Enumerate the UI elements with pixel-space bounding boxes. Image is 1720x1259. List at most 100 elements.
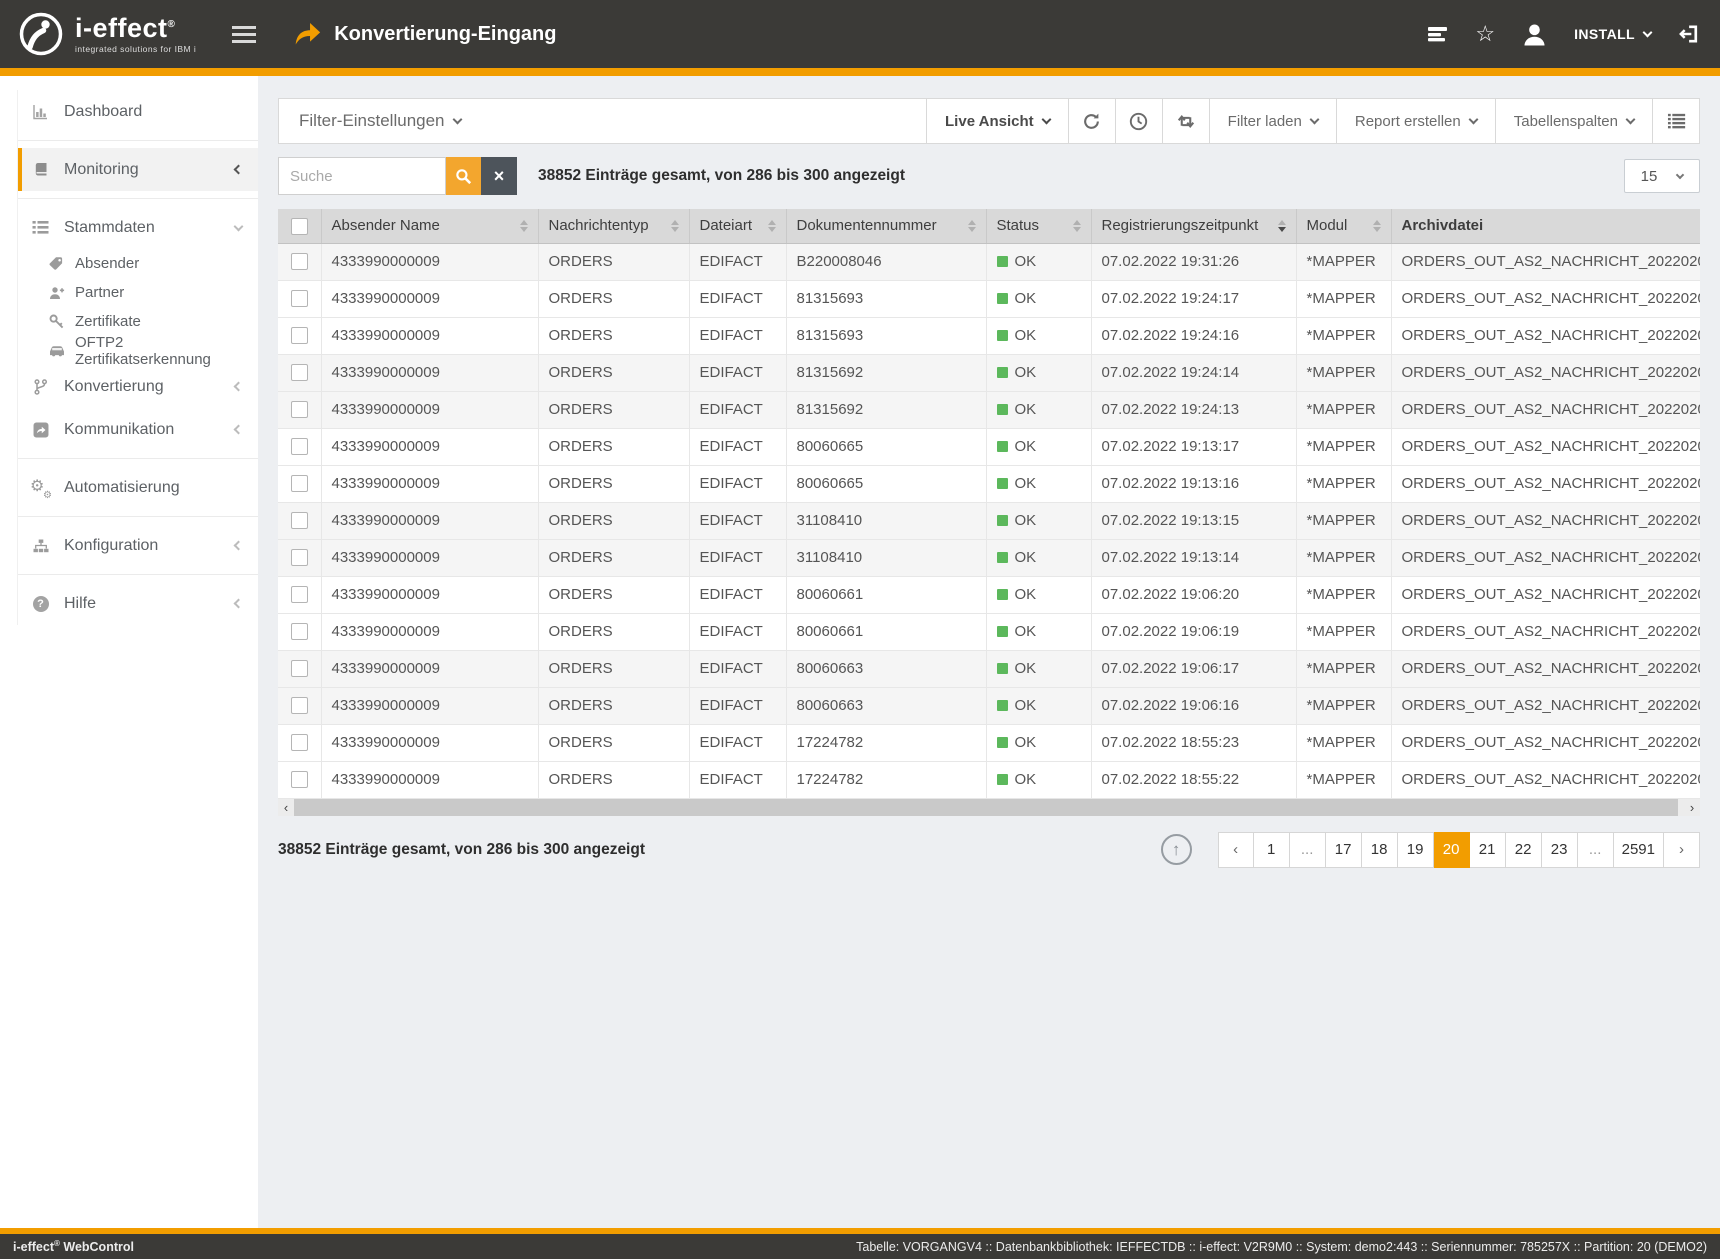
table-columns-dropdown[interactable]: Tabellenspalten xyxy=(1496,98,1653,144)
page-button-23[interactable]: 23 xyxy=(1542,832,1578,868)
i-effect-logo[interactable]: i-effect® integrated solutions for IBM i xyxy=(0,11,226,57)
next-page-button[interactable]: › xyxy=(1664,832,1700,868)
col-registrierungszeitpunkt[interactable]: Registrierungszeitpunkt xyxy=(1091,209,1296,243)
col-modul[interactable]: Modul xyxy=(1296,209,1391,243)
cell-status: OK xyxy=(986,539,1091,576)
row-checkbox[interactable] xyxy=(291,364,308,381)
sidebar-item-zertifikate[interactable]: Zertifikate xyxy=(18,307,258,336)
status-ok-indicator xyxy=(997,478,1008,489)
table-row[interactable]: 4333990000009 ORDERS EDIFACT 31108410 OK… xyxy=(278,502,1700,539)
table-row[interactable]: 4333990000009 ORDERS EDIFACT 80060661 OK… xyxy=(278,613,1700,650)
table-row[interactable]: 4333990000009 ORDERS EDIFACT 80060665 OK… xyxy=(278,465,1700,502)
col-nachrichtentyp[interactable]: Nachrichtentyp xyxy=(538,209,689,243)
cell-modul: *MAPPER xyxy=(1296,724,1391,761)
logout-icon[interactable] xyxy=(1678,25,1698,43)
scroll-to-top-button[interactable]: ↑ xyxy=(1161,834,1192,865)
row-checkbox[interactable] xyxy=(291,549,308,566)
load-filter-dropdown[interactable]: Filter laden xyxy=(1210,98,1337,144)
create-report-dropdown[interactable]: Report erstellen xyxy=(1337,98,1496,144)
sidebar-item-automatisierung[interactable]: ⚙⚙ Automatisierung xyxy=(18,466,258,509)
table-row[interactable]: 4333990000009 ORDERS EDIFACT 17224782 OK… xyxy=(278,724,1700,761)
search-button[interactable] xyxy=(446,157,481,195)
live-view-dropdown[interactable]: Live Ansicht xyxy=(927,98,1069,144)
cell-doknr: 81315693 xyxy=(786,280,986,317)
sidebar-item-absender[interactable]: Absender xyxy=(18,249,258,278)
page-size-select[interactable]: 15 xyxy=(1624,159,1700,193)
table-row[interactable]: 4333990000009 ORDERS EDIFACT 17224782 OK… xyxy=(278,761,1700,798)
row-checkbox[interactable] xyxy=(291,438,308,455)
sidebar-item-konvertierung[interactable]: Konvertierung xyxy=(18,365,258,408)
scroll-right-button[interactable]: › xyxy=(1684,799,1700,816)
table-view-button[interactable] xyxy=(1653,98,1700,144)
page-button-19[interactable]: 19 xyxy=(1398,832,1434,868)
menu-toggle-icon[interactable] xyxy=(232,26,256,43)
row-checkbox[interactable] xyxy=(291,734,308,751)
col-dateiart[interactable]: Dateiart xyxy=(689,209,786,243)
table-row[interactable]: 4333990000009 ORDERS EDIFACT B220008046 … xyxy=(278,243,1700,280)
sidebar-label: Konfiguration xyxy=(64,537,158,555)
row-checkbox[interactable] xyxy=(291,771,308,788)
user-avatar-icon[interactable] xyxy=(1522,22,1547,47)
table-row[interactable]: 4333990000009 ORDERS EDIFACT 80060663 OK… xyxy=(278,687,1700,724)
search-input[interactable] xyxy=(278,157,446,195)
col-dokumentennummer[interactable]: Dokumentennummer xyxy=(786,209,986,243)
table-row[interactable]: 4333990000009 ORDERS EDIFACT 80060665 OK… xyxy=(278,428,1700,465)
row-checkbox[interactable] xyxy=(291,623,308,640)
table-row[interactable]: 4333990000009 ORDERS EDIFACT 81315693 OK… xyxy=(278,280,1700,317)
sidebar-item-konfiguration[interactable]: Konfiguration xyxy=(18,524,258,567)
row-checkbox[interactable] xyxy=(291,253,308,270)
horizontal-scrollbar[interactable]: ‹ › xyxy=(278,799,1700,816)
select-all-checkbox[interactable] xyxy=(291,218,308,235)
sidebar-item-dashboard[interactable]: Dashboard xyxy=(18,90,258,133)
table-row[interactable]: 4333990000009 ORDERS EDIFACT 80060661 OK… xyxy=(278,576,1700,613)
col-status[interactable]: Status xyxy=(986,209,1091,243)
col-absender-name[interactable]: Absender Name xyxy=(321,209,538,243)
clear-search-button[interactable]: × xyxy=(481,157,517,195)
table-row[interactable]: 4333990000009 ORDERS EDIFACT 81315692 OK… xyxy=(278,391,1700,428)
row-checkbox[interactable] xyxy=(291,697,308,714)
auto-reload-button[interactable] xyxy=(1163,98,1210,144)
sort-icon xyxy=(665,220,679,232)
page-button-18[interactable]: 18 xyxy=(1362,832,1398,868)
cell-modul: *MAPPER xyxy=(1296,576,1391,613)
row-checkbox[interactable] xyxy=(291,290,308,307)
page-button-20-active[interactable]: 20 xyxy=(1434,832,1470,868)
refresh-button[interactable] xyxy=(1069,98,1116,144)
row-checkbox[interactable] xyxy=(291,327,308,344)
favorites-star-icon[interactable]: ☆ xyxy=(1475,23,1495,45)
table-row[interactable]: 4333990000009 ORDERS EDIFACT 31108410 OK… xyxy=(278,539,1700,576)
page-button-2591[interactable]: 2591 xyxy=(1614,832,1664,868)
col-archivdatei[interactable]: Archivdatei xyxy=(1391,209,1700,243)
table-row[interactable]: 4333990000009 ORDERS EDIFACT 81315693 OK… xyxy=(278,317,1700,354)
sidebar-item-partner[interactable]: Partner xyxy=(18,278,258,307)
row-checkbox[interactable] xyxy=(291,475,308,492)
system-values-icon[interactable] xyxy=(1427,26,1448,43)
divider xyxy=(18,574,258,575)
sidebar-label: Stammdaten xyxy=(64,219,155,237)
sidebar-item-oftp2[interactable]: OFTP2 Zertifikatserkennung xyxy=(18,336,258,365)
row-checkbox[interactable] xyxy=(291,586,308,603)
row-checkbox[interactable] xyxy=(291,401,308,418)
sidebar-item-kommunikation[interactable]: Kommunikation xyxy=(18,408,258,451)
scroll-left-button[interactable]: ‹ xyxy=(278,799,294,816)
sidebar-item-monitoring[interactable]: Monitoring xyxy=(18,148,258,191)
prev-page-button[interactable]: ‹ xyxy=(1218,832,1254,868)
scrollbar-thumb[interactable] xyxy=(294,799,1678,816)
page-button-1[interactable]: 1 xyxy=(1254,832,1290,868)
row-checkbox[interactable] xyxy=(291,660,308,677)
filter-settings-dropdown[interactable]: Filter-Einstellungen xyxy=(278,98,927,144)
page-button-17[interactable]: 17 xyxy=(1326,832,1362,868)
select-all-header[interactable] xyxy=(278,209,321,243)
page-button-22[interactable]: 22 xyxy=(1506,832,1542,868)
cell-modul: *MAPPER xyxy=(1296,317,1391,354)
row-checkbox[interactable] xyxy=(291,512,308,529)
chevron-down-icon xyxy=(452,115,462,125)
sidebar-item-stammdaten[interactable]: Stammdaten xyxy=(18,206,258,249)
table-row[interactable]: 4333990000009 ORDERS EDIFACT 80060663 OK… xyxy=(278,650,1700,687)
user-menu[interactable]: INSTALL xyxy=(1574,26,1651,42)
schedule-button[interactable] xyxy=(1116,98,1163,144)
sidebar-item-hilfe[interactable]: ? Hilfe xyxy=(18,582,258,625)
page-button-21[interactable]: 21 xyxy=(1470,832,1506,868)
cell-typ: ORDERS xyxy=(538,280,689,317)
table-row[interactable]: 4333990000009 ORDERS EDIFACT 81315692 OK… xyxy=(278,354,1700,391)
